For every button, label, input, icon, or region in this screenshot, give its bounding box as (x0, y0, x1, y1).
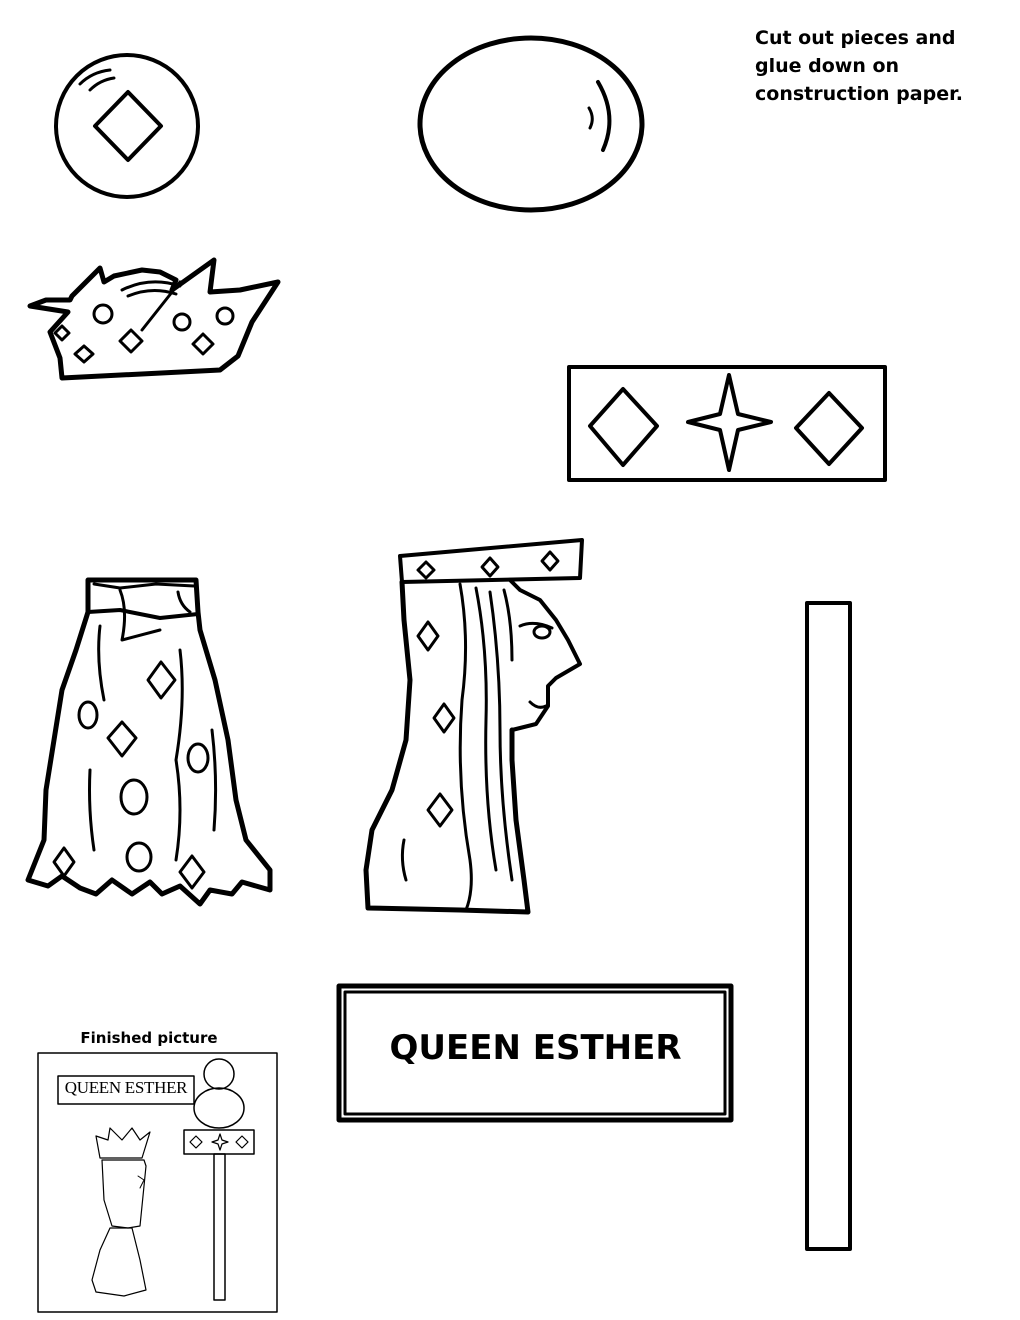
finished-picture-mini-label: QUEEN ESTHER (64, 1078, 188, 1097)
instructions-line-2: glue down on (755, 55, 900, 77)
finished-picture-caption: Finished picture (80, 1029, 218, 1047)
jewel-band-piece (567, 365, 887, 482)
name-plate-label: QUEEN ESTHER (389, 1028, 682, 1068)
crown-piece (27, 257, 281, 381)
large-oval-piece (417, 35, 645, 213)
queen-head-piece (363, 538, 584, 915)
instructions-line-1: Cut out pieces and (755, 27, 956, 49)
small-circle-piece (54, 53, 200, 199)
dress-piece (25, 577, 273, 907)
instructions-line-3: construction paper. (755, 83, 963, 105)
craft-sheet (25, 35, 887, 1313)
stick-piece (805, 601, 852, 1251)
instructions: Cut out pieces and glue down on construc… (755, 24, 1005, 108)
